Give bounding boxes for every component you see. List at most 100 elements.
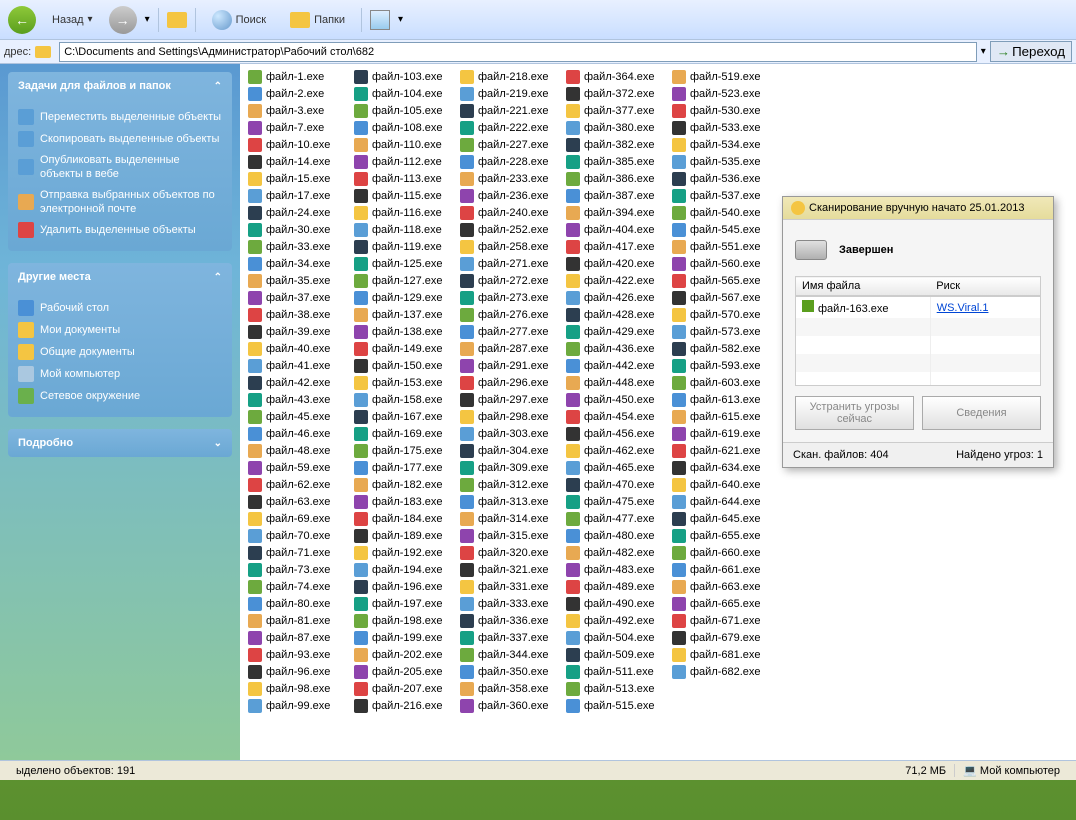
file-item[interactable]: файл-536.exe xyxy=(668,170,774,187)
file-item[interactable]: файл-1.exe xyxy=(244,68,350,85)
task-item[interactable]: Удалить выделенные объекты xyxy=(18,219,222,241)
file-item[interactable]: файл-535.exe xyxy=(668,153,774,170)
file-item[interactable]: файл-98.exe xyxy=(244,680,350,697)
file-item[interactable]: файл-74.exe xyxy=(244,578,350,595)
file-item[interactable]: файл-537.exe xyxy=(668,187,774,204)
file-item[interactable]: файл-377.exe xyxy=(562,102,668,119)
file-item[interactable]: файл-422.exe xyxy=(562,272,668,289)
file-item[interactable]: файл-45.exe xyxy=(244,408,350,425)
file-item[interactable]: файл-428.exe xyxy=(562,306,668,323)
file-item[interactable]: файл-304.exe xyxy=(456,442,562,459)
task-item[interactable]: Переместить выделенные объекты xyxy=(18,106,222,128)
file-item[interactable]: файл-276.exe xyxy=(456,306,562,323)
file-item[interactable]: файл-63.exe xyxy=(244,493,350,510)
file-item[interactable]: файл-233.exe xyxy=(456,170,562,187)
file-item[interactable]: файл-149.exe xyxy=(350,340,456,357)
file-item[interactable]: файл-358.exe xyxy=(456,680,562,697)
file-item[interactable]: файл-492.exe xyxy=(562,612,668,629)
file-item[interactable]: файл-603.exe xyxy=(668,374,774,391)
views-dropdown[interactable]: ▾ xyxy=(398,14,403,25)
file-item[interactable]: файл-222.exe xyxy=(456,119,562,136)
file-item[interactable]: файл-34.exe xyxy=(244,255,350,272)
file-item[interactable]: файл-183.exe xyxy=(350,493,456,510)
col-risk[interactable]: Риск xyxy=(930,277,1040,296)
file-item[interactable]: файл-167.exe xyxy=(350,408,456,425)
file-item[interactable]: файл-655.exe xyxy=(668,527,774,544)
file-item[interactable]: файл-456.exe xyxy=(562,425,668,442)
file-item[interactable]: файл-17.exe xyxy=(244,187,350,204)
up-icon[interactable] xyxy=(167,12,187,28)
file-item[interactable]: файл-573.exe xyxy=(668,323,774,340)
file-item[interactable]: файл-621.exe xyxy=(668,442,774,459)
file-item[interactable]: файл-125.exe xyxy=(350,255,456,272)
file-item[interactable]: файл-194.exe xyxy=(350,561,456,578)
file-item[interactable]: файл-96.exe xyxy=(244,663,350,680)
file-item[interactable]: файл-545.exe xyxy=(668,221,774,238)
task-item[interactable]: Отправка выбранных объектов по электронн… xyxy=(18,185,222,220)
file-item[interactable]: файл-273.exe xyxy=(456,289,562,306)
file-item[interactable]: файл-533.exe xyxy=(668,119,774,136)
file-item[interactable]: файл-192.exe xyxy=(350,544,456,561)
file-item[interactable]: файл-321.exe xyxy=(456,561,562,578)
file-item[interactable]: файл-350.exe xyxy=(456,663,562,680)
file-item[interactable]: файл-513.exe xyxy=(562,680,668,697)
file-item[interactable]: файл-199.exe xyxy=(350,629,456,646)
file-item[interactable]: файл-24.exe xyxy=(244,204,350,221)
file-item[interactable]: файл-645.exe xyxy=(668,510,774,527)
place-item[interactable]: Сетевое окружение xyxy=(18,385,222,407)
file-item[interactable]: файл-196.exe xyxy=(350,578,456,595)
file-item[interactable]: файл-442.exe xyxy=(562,357,668,374)
file-item[interactable]: файл-360.exe xyxy=(456,697,562,714)
file-item[interactable]: файл-660.exe xyxy=(668,544,774,561)
file-item[interactable]: файл-470.exe xyxy=(562,476,668,493)
task-item[interactable]: Опубликовать выделенные объекты в вебе xyxy=(18,150,222,185)
place-item[interactable]: Общие документы xyxy=(18,341,222,363)
file-item[interactable]: файл-169.exe xyxy=(350,425,456,442)
file-item[interactable]: файл-116.exe xyxy=(350,204,456,221)
file-item[interactable]: файл-228.exe xyxy=(456,153,562,170)
go-button[interactable]: →Переход xyxy=(990,41,1072,62)
risk-link[interactable]: WS.Viral.1 xyxy=(937,302,989,314)
file-item[interactable]: файл-104.exe xyxy=(350,85,456,102)
place-item[interactable]: Мои документы xyxy=(18,319,222,341)
address-dropdown[interactable]: ▾ xyxy=(981,46,986,57)
file-item[interactable]: файл-663.exe xyxy=(668,578,774,595)
back-label[interactable]: Назад▾ xyxy=(44,10,101,30)
file-item[interactable]: файл-202.exe xyxy=(350,646,456,663)
file-item[interactable]: файл-475.exe xyxy=(562,493,668,510)
file-item[interactable]: файл-312.exe xyxy=(456,476,562,493)
file-item[interactable]: файл-519.exe xyxy=(668,68,774,85)
address-input[interactable] xyxy=(59,42,976,62)
file-item[interactable]: файл-551.exe xyxy=(668,238,774,255)
file-item[interactable]: файл-105.exe xyxy=(350,102,456,119)
file-item[interactable]: файл-81.exe xyxy=(244,612,350,629)
file-item[interactable]: файл-113.exe xyxy=(350,170,456,187)
file-item[interactable]: файл-477.exe xyxy=(562,510,668,527)
file-item[interactable]: файл-46.exe xyxy=(244,425,350,442)
file-item[interactable]: файл-219.exe xyxy=(456,85,562,102)
file-item[interactable]: файл-37.exe xyxy=(244,289,350,306)
file-item[interactable]: файл-15.exe xyxy=(244,170,350,187)
file-item[interactable]: файл-540.exe xyxy=(668,204,774,221)
file-item[interactable]: файл-661.exe xyxy=(668,561,774,578)
file-item[interactable]: файл-7.exe xyxy=(244,119,350,136)
file-item[interactable]: файл-489.exe xyxy=(562,578,668,595)
file-item[interactable]: файл-182.exe xyxy=(350,476,456,493)
file-item[interactable]: файл-198.exe xyxy=(350,612,456,629)
file-item[interactable]: файл-41.exe xyxy=(244,357,350,374)
file-item[interactable]: файл-482.exe xyxy=(562,544,668,561)
file-item[interactable]: файл-567.exe xyxy=(668,289,774,306)
file-item[interactable]: файл-640.exe xyxy=(668,476,774,493)
file-item[interactable]: файл-530.exe xyxy=(668,102,774,119)
file-item[interactable]: файл-221.exe xyxy=(456,102,562,119)
file-item[interactable]: файл-103.exe xyxy=(350,68,456,85)
file-item[interactable]: файл-291.exe xyxy=(456,357,562,374)
file-item[interactable]: файл-309.exe xyxy=(456,459,562,476)
places-header[interactable]: Другие места⌃ xyxy=(8,263,232,291)
file-item[interactable]: файл-344.exe xyxy=(456,646,562,663)
scan-result-row[interactable]: файл-163.exe WS.Viral.1 xyxy=(796,297,1040,318)
views-button[interactable] xyxy=(370,10,390,30)
file-item[interactable]: файл-483.exe xyxy=(562,561,668,578)
file-item[interactable]: файл-385.exe xyxy=(562,153,668,170)
forward-button[interactable]: → xyxy=(109,6,137,34)
